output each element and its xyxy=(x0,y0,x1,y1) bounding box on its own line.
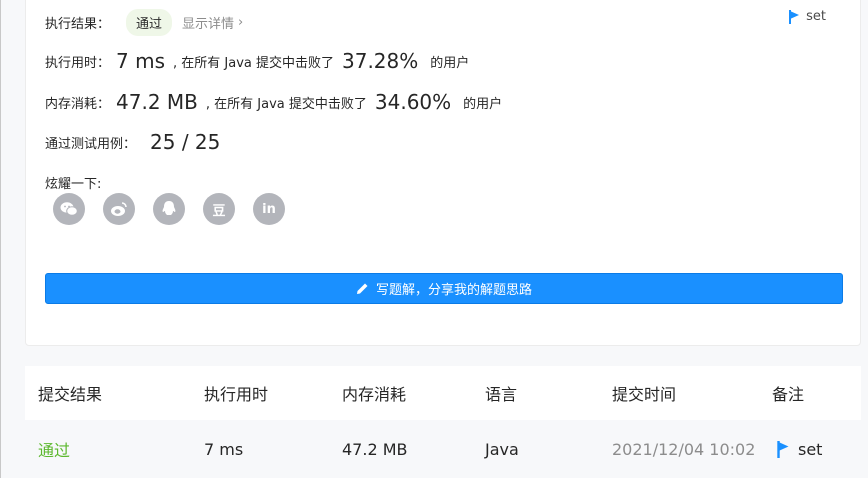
row-language: Java xyxy=(485,439,519,459)
chevron-right-icon[interactable]: › xyxy=(238,15,243,30)
runtime-suffix: 的用户 xyxy=(430,55,470,71)
douban-icon[interactable]: 豆 xyxy=(203,193,235,225)
result-row: 执行结果： 通过 显示详情 › xyxy=(45,9,243,36)
window-left-border xyxy=(0,0,1,478)
linkedin-icon[interactable]: in xyxy=(253,193,285,225)
result-label: 执行结果： xyxy=(45,17,111,32)
result-card: 执行结果： 通过 显示详情 › set 执行用时： 7 ms , 在所有 Jav… xyxy=(25,0,861,346)
memory-value: 47.2 MB xyxy=(116,90,198,114)
runtime-row: 执行用时： 7 ms , 在所有 Java 提交中击败了 37.28% 的用户 xyxy=(45,49,469,73)
flag-icon xyxy=(777,440,789,458)
table-row[interactable]: 通过 7 ms 47.2 MB Java 2021/12/04 10:02 se… xyxy=(25,420,861,478)
runtime-value: 7 ms xyxy=(116,49,165,73)
note-flag-button[interactable]: set xyxy=(789,9,826,24)
wechat-icon[interactable] xyxy=(53,193,85,225)
runtime-label: 执行用时： xyxy=(45,55,111,71)
row-memory: 47.2 MB xyxy=(342,439,408,459)
row-submit-time: 2021/12/04 10:02 xyxy=(612,439,756,459)
runtime-percent: 37.28% xyxy=(342,49,419,73)
header-runtime[interactable]: 执行用时 xyxy=(204,366,268,420)
runtime-beat-text: , 在所有 Java 提交中击败了 xyxy=(173,55,334,71)
show-details-link[interactable]: 显示详情 xyxy=(182,13,234,32)
row-result-link[interactable]: 通过 xyxy=(38,420,70,478)
header-submit-time[interactable]: 提交时间 xyxy=(612,366,676,420)
row-runtime: 7 ms xyxy=(204,439,244,459)
memory-percent: 34.60% xyxy=(374,90,452,114)
qq-icon[interactable] xyxy=(153,193,185,225)
memory-beat-text: , 在所有 Java 提交中击败了 xyxy=(205,96,367,112)
write-solution-button[interactable]: 写题解，分享我的解题思路 xyxy=(45,273,843,304)
share-row: 炫耀一下: xyxy=(45,173,101,192)
testcases-row: 通过测试用例： 25 / 25 xyxy=(45,130,220,154)
weibo-icon[interactable] xyxy=(103,193,135,225)
note-flag-label: set xyxy=(806,9,826,24)
share-label: 炫耀一下: xyxy=(45,177,102,192)
header-note: 备注 xyxy=(772,385,805,404)
row-note-label: set xyxy=(798,439,823,459)
row-note-button[interactable]: set xyxy=(777,420,822,478)
memory-row: 内存消耗： 47.2 MB , 在所有 Java 提交中击败了 34.60% 的… xyxy=(45,90,502,114)
write-solution-label: 写题解，分享我的解题思路 xyxy=(375,283,532,298)
testcases-value: 25 / 25 xyxy=(150,130,221,154)
share-icons: 豆 in xyxy=(53,193,285,225)
table-header: 提交结果 执行用时 内存消耗 语言 提交时间 备注 xyxy=(25,366,861,420)
header-language[interactable]: 语言 xyxy=(485,366,517,420)
submissions-table: 提交结果 执行用时 内存消耗 语言 提交时间 备注 通过 7 ms 47.2 M… xyxy=(25,366,861,478)
memory-label: 内存消耗： xyxy=(45,96,111,112)
header-result[interactable]: 提交结果 xyxy=(38,366,102,420)
testcases-label: 通过测试用例： xyxy=(45,136,137,152)
header-memory[interactable]: 内存消耗 xyxy=(342,366,406,420)
flag-icon xyxy=(789,9,800,24)
memory-suffix: 的用户 xyxy=(463,96,503,112)
pencil-icon xyxy=(356,283,368,294)
status-badge: 通过 xyxy=(126,9,173,36)
